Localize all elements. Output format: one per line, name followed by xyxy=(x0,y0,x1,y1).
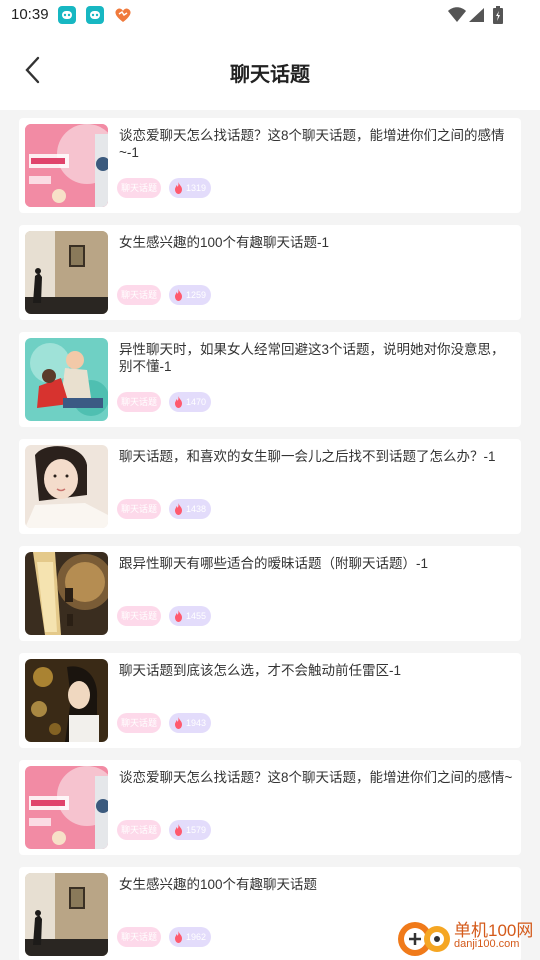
view-count-badge: 1962 xyxy=(169,927,211,947)
list-item[interactable]: 异性聊天时，如果女人经常回避这3个话题，说明她对你没意思，别不懂-1 聊天话题 … xyxy=(19,332,521,427)
category-tag: 聊天话题 xyxy=(117,178,161,198)
item-title: 女生感兴趣的100个有趣聊天话题-1 xyxy=(119,235,330,250)
watermark-logo: 单机100网 danji100.com xyxy=(390,916,540,960)
fire-icon xyxy=(175,717,182,729)
item-title: 谈恋爱聊天怎么找话题？这8个聊天话题，能增进你们之间的感情~ xyxy=(119,770,513,785)
heart-app-icon xyxy=(113,6,131,24)
view-count-badge: 1438 xyxy=(169,499,211,519)
notification-app-icon xyxy=(86,6,104,24)
category-tag: 聊天话题 xyxy=(117,392,161,412)
view-count: 1455 xyxy=(186,611,207,621)
category-tag: 聊天话题 xyxy=(117,927,161,947)
fire-icon xyxy=(175,610,182,622)
status-time: 10:39 xyxy=(11,6,49,23)
view-count-badge: 1319 xyxy=(169,178,211,198)
view-count: 1962 xyxy=(186,932,207,942)
notification-app-icon xyxy=(58,6,76,24)
list-item[interactable]: 跟异性聊天有哪些适合的暧昧话题（附聊天话题）-1 聊天话题 1455 xyxy=(19,546,521,641)
list-item[interactable]: 聊天话题到底该怎么选，才不会触动前任雷区-1 聊天话题 1943 xyxy=(19,653,521,748)
view-count: 1943 xyxy=(186,718,207,728)
fire-icon xyxy=(175,182,182,194)
thumbnail-image xyxy=(25,445,108,528)
category-tag: 聊天话题 xyxy=(117,499,161,519)
item-title: 跟异性聊天有哪些适合的暧昧话题（附聊天话题）-1 xyxy=(119,556,429,571)
item-title: 女生感兴趣的100个有趣聊天话题 xyxy=(119,877,318,892)
page-title: 聊天话题 xyxy=(230,64,310,86)
fire-icon xyxy=(175,396,182,408)
thumbnail-image xyxy=(25,124,108,207)
view-count-badge: 1943 xyxy=(169,713,211,733)
thumbnail-image xyxy=(25,766,108,849)
thumbnail-image xyxy=(25,659,108,742)
header-bar: 聊天话题 xyxy=(0,32,540,110)
category-tag: 聊天话题 xyxy=(117,606,161,626)
category-tag: 聊天话题 xyxy=(117,820,161,840)
thumbnail-image xyxy=(25,873,108,956)
signal-icon xyxy=(469,8,484,22)
fire-icon xyxy=(175,824,182,836)
thumbnail-image xyxy=(25,231,108,314)
view-count: 1470 xyxy=(186,397,207,407)
view-count: 1579 xyxy=(186,825,207,835)
watermark-icon xyxy=(398,922,450,956)
status-bar: 10:39 xyxy=(0,0,540,32)
view-count: 1259 xyxy=(186,290,207,300)
item-title: 聊天话题，和喜欢的女生聊一会儿之后找不到话题了怎么办？-1 xyxy=(119,449,496,464)
fire-icon xyxy=(175,503,182,515)
list-item[interactable]: 女生感兴趣的100个有趣聊天话题-1 聊天话题 1259 xyxy=(19,225,521,320)
list-item[interactable]: 谈恋爱聊天怎么找话题？这8个聊天话题，能增进你们之间的感情~-1 聊天话题 13… xyxy=(19,118,521,213)
list-item[interactable]: 聊天话题，和喜欢的女生聊一会儿之后找不到话题了怎么办？-1 聊天话题 1438 xyxy=(19,439,521,534)
view-count-badge: 1259 xyxy=(169,285,211,305)
fire-icon xyxy=(175,931,182,943)
list-item[interactable]: 谈恋爱聊天怎么找话题？这8个聊天话题，能增进你们之间的感情~ 聊天话题 1579 xyxy=(19,760,521,855)
watermark-url: danji100.com xyxy=(454,938,520,950)
view-count-badge: 1579 xyxy=(169,820,211,840)
item-title: 聊天话题到底该怎么选，才不会触动前任雷区-1 xyxy=(119,663,402,678)
view-count-badge: 1455 xyxy=(169,606,211,626)
battery-icon xyxy=(493,6,503,24)
view-count-badge: 1470 xyxy=(169,392,211,412)
view-count: 1438 xyxy=(186,504,207,514)
fire-icon xyxy=(175,289,182,301)
category-tag: 聊天话题 xyxy=(117,285,161,305)
item-title: 谈恋爱聊天怎么找话题？这8个聊天话题，能增进你们之间的感情~-1 xyxy=(119,128,505,160)
wifi-icon xyxy=(448,7,466,22)
category-tag: 聊天话题 xyxy=(117,713,161,733)
thumbnail-image xyxy=(25,552,108,635)
item-title: 异性聊天时，如果女人经常回避这3个话题，说明她对你没意思，别不懂-1 xyxy=(119,342,505,374)
view-count: 1319 xyxy=(186,183,207,193)
thumbnail-image xyxy=(25,338,108,421)
